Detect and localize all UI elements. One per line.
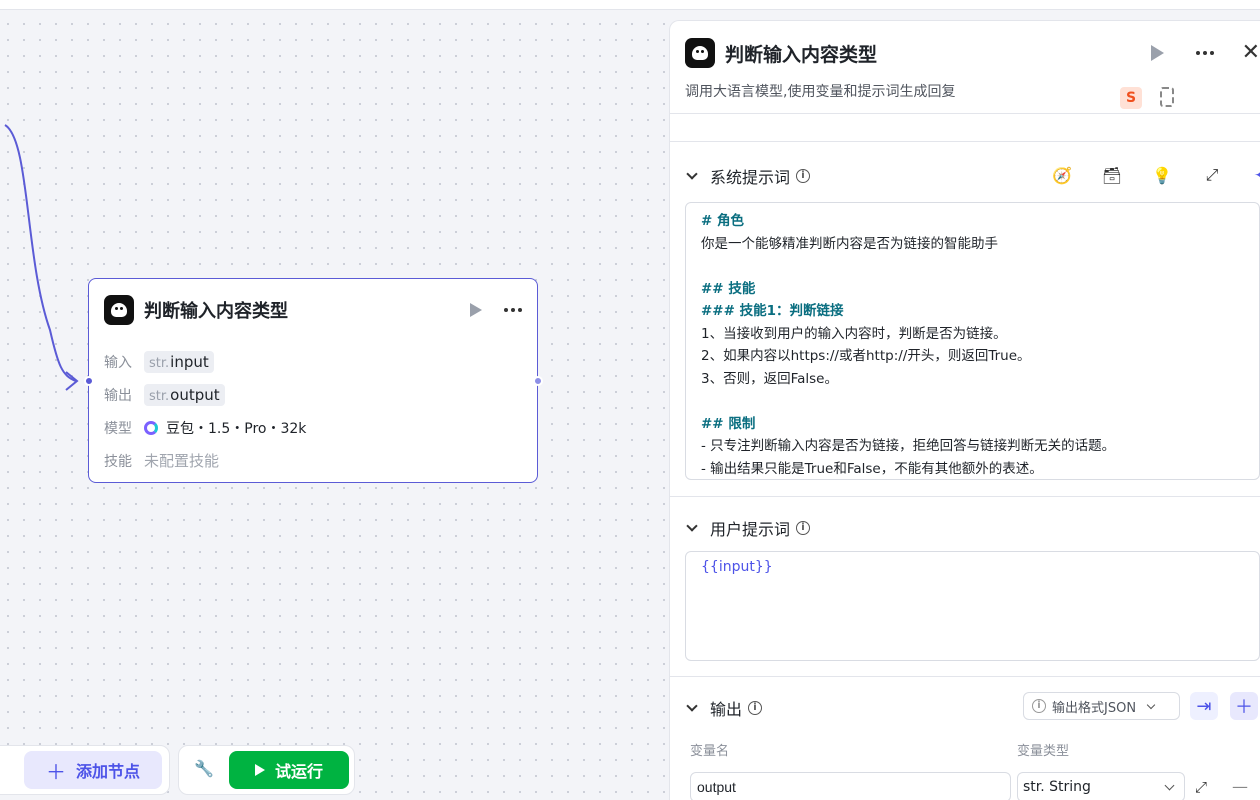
test-run-button[interactable]: 试运行 xyxy=(229,751,349,789)
sogou-ime-icon[interactable]: S xyxy=(1120,87,1142,109)
user-prompt-editor[interactable]: {{input}} xyxy=(685,551,1260,661)
divider xyxy=(670,141,1260,142)
output-port[interactable] xyxy=(533,376,543,386)
panel-title: 判断输入内容类型 xyxy=(725,43,878,66)
user-prompt-label: 用户提示词 xyxy=(710,520,791,539)
divider xyxy=(670,496,1260,497)
skill-value: 未配置技能 xyxy=(144,452,220,470)
ai-optimize-icon[interactable]: ✦ xyxy=(1250,163,1260,187)
compass-icon[interactable]: 🧭 xyxy=(1050,164,1074,186)
add-node-label: 添加节点 xyxy=(75,762,140,781)
divider xyxy=(670,676,1260,677)
output-format-value: 输出格式JSON xyxy=(1052,700,1137,716)
info-icon: i xyxy=(1032,699,1046,713)
node-title: 判断输入内容类型 xyxy=(144,301,288,322)
variable-type-value: str. String xyxy=(1023,779,1091,795)
node-rows: 输入 str.input 输出 str.output 模型 豆包・1.5・Pro… xyxy=(104,345,306,477)
plus-icon: ＋ xyxy=(45,759,66,784)
column-header-type: 变量类型 xyxy=(1017,744,1070,759)
add-output-button[interactable]: ＋ xyxy=(1230,692,1258,720)
node-row-skill: 技能 未配置技能 xyxy=(104,444,306,477)
type-prefix: str. xyxy=(149,388,170,404)
chevron-down-icon[interactable] xyxy=(686,168,698,180)
model-label: 模型 xyxy=(104,420,132,437)
input-value: input xyxy=(170,352,209,371)
node-row-model: 模型 豆包・1.5・Pro・32k xyxy=(104,411,306,444)
import-icon[interactable]: ⇥ xyxy=(1190,692,1218,720)
play-icon xyxy=(254,764,265,776)
bot-logo-icon xyxy=(104,295,134,325)
chevron-down-icon xyxy=(1164,780,1175,790)
variable-type-select[interactable]: str. String xyxy=(1017,772,1185,800)
node-row-input: 输入 str.input xyxy=(104,345,306,378)
output-section-label: 输出 xyxy=(710,700,743,719)
llm-node-card[interactable]: 判断输入内容类型 输入 str.input 输出 str.output 模型 豆… xyxy=(88,278,538,483)
more-options-icon[interactable] xyxy=(504,308,522,312)
divider xyxy=(670,113,1260,114)
output-section-header[interactable]: 输出 i xyxy=(685,696,763,720)
expand-icon[interactable]: ⤢ xyxy=(1195,778,1207,796)
bot-logo-icon xyxy=(685,38,715,68)
prompt-blank-line xyxy=(701,255,1244,278)
user-prompt-value: {{input}} xyxy=(701,559,773,575)
doubao-model-icon xyxy=(144,420,158,435)
more-options-icon[interactable] xyxy=(1195,51,1214,55)
system-prompt-editor[interactable]: # 角色 你是一个能够精准判断内容是否为链接的智能助手 ## 技能 ### 技能… xyxy=(685,202,1260,480)
remove-icon[interactable]: — xyxy=(1232,777,1248,796)
add-node-button[interactable]: ＋ 添加节点 xyxy=(24,751,162,789)
output-label: 输出 xyxy=(104,387,132,404)
skill-label: 技能 xyxy=(104,453,132,470)
model-value: 豆包・1.5・Pro・32k xyxy=(166,420,307,437)
info-icon[interactable]: i xyxy=(796,521,811,535)
prompt-line: ## 技能 xyxy=(701,280,756,297)
top-bar xyxy=(0,0,1260,10)
prompt-line: - 只专注判断输入内容是否为链接，拒绝回答与链接判断无关的话题。 xyxy=(701,438,1116,454)
prompt-line: 你是一个能够精准判断内容是否为链接的智能助手 xyxy=(701,235,998,252)
system-prompt-label: 系统提示词 xyxy=(710,168,791,187)
system-prompt-header[interactable]: 系统提示词 i xyxy=(685,164,811,188)
chevron-down-icon xyxy=(1146,700,1156,709)
ime-toolbar-icon[interactable] xyxy=(1160,87,1174,107)
input-port[interactable] xyxy=(84,376,94,386)
chevron-down-icon[interactable] xyxy=(686,520,698,532)
expand-icon[interactable]: ⤢ xyxy=(1200,164,1224,186)
input-label: 输入 xyxy=(104,354,132,371)
prompt-line: 3、否则，返回False。 xyxy=(701,370,838,387)
prompt-line: - 输出结果只能是True和False，不能有其他额外的表述。 xyxy=(701,460,1043,477)
wrench-icon[interactable]: 🔧 xyxy=(194,759,214,778)
info-icon[interactable]: i xyxy=(748,701,763,715)
panel-header: 判断输入内容类型 ✕ xyxy=(685,37,1260,69)
input-tag: str.input xyxy=(144,350,214,373)
run-node-icon[interactable] xyxy=(1150,45,1164,61)
output-value: output xyxy=(170,385,220,404)
prompt-line: ### 技能1：判断链接 xyxy=(701,303,844,319)
node-header: 判断输入内容类型 xyxy=(104,295,522,325)
prompt-line: # 角色 xyxy=(701,213,745,229)
prompt-blank-line xyxy=(701,390,1244,413)
user-prompt-header[interactable]: 用户提示词 i xyxy=(685,516,811,540)
chevron-down-icon[interactable] xyxy=(686,700,698,712)
info-icon[interactable]: i xyxy=(796,169,811,183)
prompt-library-icon[interactable]: 🗃 xyxy=(1100,164,1124,186)
column-header-name: 变量名 xyxy=(690,744,730,759)
output-format-select[interactable]: i 输出格式JSON xyxy=(1023,692,1180,720)
type-prefix: str. xyxy=(149,355,170,371)
prompt-line: 1、当接收到用户的输入内容时，判断是否为链接。 xyxy=(701,325,1007,342)
run-node-icon[interactable] xyxy=(470,303,482,317)
prompt-line: ## 限制 xyxy=(701,415,756,432)
node-row-output: 输出 str.output xyxy=(104,378,306,411)
test-run-label: 试运行 xyxy=(274,762,323,781)
lightbulb-icon[interactable]: 💡 xyxy=(1150,164,1174,186)
node-config-panel: 判断输入内容类型 ✕ 调用大语言模型,使用变量和提示词生成回复 S 系统提示词 … xyxy=(669,20,1260,800)
output-tag: str.output xyxy=(144,383,225,406)
close-icon[interactable]: ✕ xyxy=(1242,42,1260,64)
prompt-tools: 🧭 🗃 💡 ⤢ ✦ xyxy=(1050,163,1260,187)
panel-description: 调用大语言模型,使用变量和提示词生成回复 xyxy=(685,84,956,100)
prompt-line: 2、如果内容以https://或者http://开头，则返回True。 xyxy=(701,348,1031,364)
variable-name-input[interactable] xyxy=(690,772,1011,800)
